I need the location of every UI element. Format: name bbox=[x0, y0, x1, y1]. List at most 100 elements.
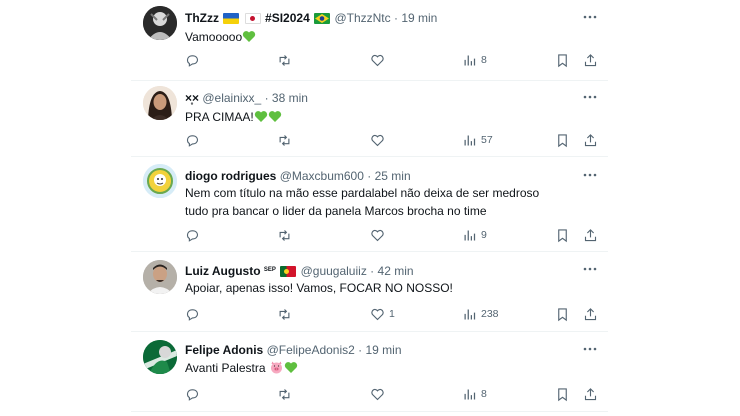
post-4[interactable]: Luiz Augusto SEP @guugaluiiz · 42 min Ap… bbox=[131, 251, 608, 332]
share-icon bbox=[584, 53, 597, 66]
bookmark-button[interactable] bbox=[555, 226, 570, 244]
views-icon bbox=[464, 55, 476, 65]
share-button[interactable] bbox=[583, 305, 598, 323]
more-options-icon[interactable] bbox=[582, 341, 598, 357]
bookmark-button[interactable] bbox=[555, 131, 570, 149]
reply-button[interactable] bbox=[185, 226, 204, 244]
views-button[interactable]: 9 bbox=[462, 226, 487, 244]
share-icon bbox=[584, 387, 597, 400]
views-button[interactable]: 57 bbox=[462, 131, 493, 149]
like-button[interactable] bbox=[370, 226, 389, 244]
repost-icon bbox=[279, 54, 290, 66]
handle[interactable]: @ThzzNtc bbox=[334, 11, 390, 25]
avatar[interactable] bbox=[143, 86, 177, 120]
view-count: 57 bbox=[481, 134, 493, 146]
post-text: Apoiar, apenas isso! Vamos, FOCAR NO NOS… bbox=[185, 281, 453, 295]
reply-button[interactable] bbox=[185, 385, 204, 403]
timestamp[interactable]: 19 min bbox=[401, 11, 437, 25]
views-icon bbox=[464, 389, 476, 399]
avatar-image bbox=[143, 260, 177, 294]
timestamp[interactable]: 38 min bbox=[272, 91, 308, 105]
share-icon bbox=[584, 133, 597, 146]
repost-icon bbox=[279, 134, 290, 146]
share-button[interactable] bbox=[583, 226, 598, 244]
views-button[interactable]: 238 bbox=[462, 305, 499, 323]
display-name-tag: #SI2024 bbox=[265, 11, 310, 25]
handle[interactable]: @FelipeAdonis2 bbox=[267, 343, 355, 357]
bookmark-button[interactable] bbox=[555, 385, 570, 403]
repost-button[interactable] bbox=[277, 51, 296, 69]
view-count: 9 bbox=[481, 229, 487, 241]
post-text: Nem com título na mão esse pardalabel nã… bbox=[185, 186, 540, 218]
timestamp[interactable]: 19 min bbox=[366, 343, 402, 357]
avatar[interactable] bbox=[143, 260, 177, 294]
post-header: diogo rodrigues @Maxcbum600 · 25 min bbox=[185, 167, 578, 185]
reply-button[interactable] bbox=[185, 51, 204, 69]
green-heart-icon bbox=[284, 361, 298, 379]
separator: · bbox=[370, 264, 375, 278]
views-icon bbox=[464, 135, 476, 145]
post-text-content: Avanti Palestra bbox=[185, 361, 269, 375]
display-name[interactable]: Luiz Augusto bbox=[185, 264, 261, 278]
post-1[interactable]: ThZzz #SI2024 @ThzzNtc · 19 min Vamooooo bbox=[131, 0, 608, 81]
japan-flag-icon bbox=[244, 13, 261, 24]
bookmark-icon bbox=[558, 387, 567, 401]
views-button[interactable]: 8 bbox=[462, 51, 487, 69]
bookmark-icon bbox=[558, 53, 567, 67]
avatar[interactable] bbox=[143, 6, 177, 40]
portugal-flag-icon bbox=[280, 266, 297, 277]
views-button[interactable]: 8 bbox=[462, 385, 487, 403]
repost-button[interactable] bbox=[277, 131, 296, 149]
more-options-icon[interactable] bbox=[582, 9, 598, 25]
more-options-icon[interactable] bbox=[582, 261, 598, 277]
like-button[interactable]: 1 bbox=[370, 305, 395, 323]
repost-button[interactable] bbox=[277, 305, 296, 323]
repost-button[interactable] bbox=[277, 385, 296, 403]
reply-button[interactable] bbox=[185, 131, 204, 149]
post-header: Luiz Augusto SEP @guugaluiiz · 42 min bbox=[185, 261, 578, 279]
share-button[interactable] bbox=[583, 131, 598, 149]
reply-button[interactable] bbox=[185, 305, 204, 323]
brazil-flag-icon bbox=[314, 13, 331, 24]
green-heart-icon bbox=[242, 30, 256, 48]
like-count: 1 bbox=[389, 308, 395, 320]
heart-icon bbox=[371, 308, 384, 320]
bookmark-button[interactable] bbox=[555, 51, 570, 69]
handle[interactable]: @elainixx_ bbox=[202, 91, 261, 105]
display-name[interactable]: ThZzz bbox=[185, 11, 219, 25]
post-3[interactable]: diogo rodrigues @Maxcbum600 · 25 min Nem… bbox=[131, 156, 608, 252]
post-actions: 9 bbox=[185, 226, 605, 244]
bookmark-icon bbox=[558, 133, 567, 147]
bookmark-button[interactable] bbox=[555, 305, 570, 323]
like-button[interactable] bbox=[370, 131, 389, 149]
post-2[interactable]: ×̥× @elainixx_ · 38 min PRA CIMAA! 57 bbox=[131, 80, 608, 157]
heart-icon bbox=[371, 54, 384, 66]
display-name[interactable]: diogo rodrigues bbox=[185, 169, 276, 183]
repost-button[interactable] bbox=[277, 226, 296, 244]
timestamp[interactable]: 42 min bbox=[378, 264, 414, 278]
more-options-icon[interactable] bbox=[582, 167, 598, 183]
avatar[interactable] bbox=[143, 164, 177, 198]
view-count: 8 bbox=[481, 388, 487, 400]
post-text-content: PRA CIMAA! bbox=[185, 110, 254, 124]
share-button[interactable] bbox=[583, 385, 598, 403]
post-5[interactable]: Felipe Adonis @FelipeAdonis2 · 19 min Av… bbox=[131, 331, 608, 412]
like-button[interactable] bbox=[370, 51, 389, 69]
handle[interactable]: @guugaluiiz bbox=[301, 264, 367, 278]
avatar[interactable] bbox=[143, 340, 177, 374]
timestamp[interactable]: 25 min bbox=[375, 169, 411, 183]
post-text: Vamooooo bbox=[185, 28, 595, 48]
share-icon bbox=[584, 307, 597, 320]
view-count: 8 bbox=[481, 54, 487, 66]
like-button[interactable] bbox=[370, 385, 389, 403]
avatar-image bbox=[143, 164, 177, 198]
share-button[interactable] bbox=[583, 51, 598, 69]
heart-icon bbox=[371, 229, 384, 241]
more-options-icon[interactable] bbox=[582, 89, 598, 105]
display-name[interactable]: ×̥× bbox=[185, 91, 199, 105]
handle[interactable]: @Maxcbum600 bbox=[280, 169, 364, 183]
post-actions: 57 bbox=[185, 131, 605, 149]
pig-face-icon bbox=[269, 361, 284, 379]
heart-icon bbox=[371, 134, 384, 146]
display-name[interactable]: Felipe Adonis bbox=[185, 343, 263, 357]
